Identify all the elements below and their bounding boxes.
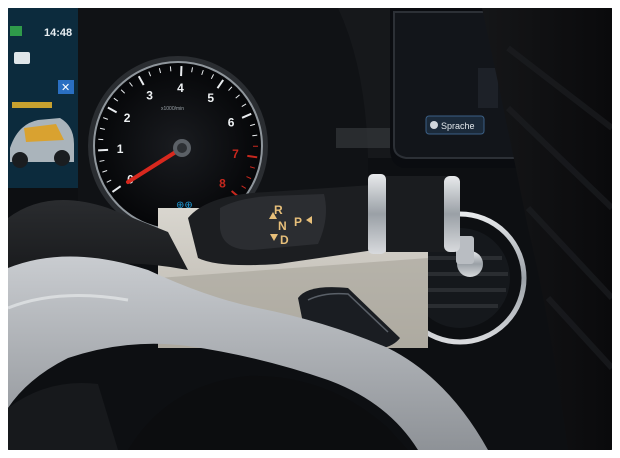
mic-icon <box>430 121 438 129</box>
svg-text:✕: ✕ <box>61 82 70 94</box>
tach-label: 1 <box>117 142 124 156</box>
tach-label: 8 <box>219 176 226 190</box>
gear-neutral: N <box>278 219 287 233</box>
tach-label: 6 <box>228 116 235 130</box>
tach-tick <box>98 148 109 152</box>
car-interior-photo: 14:48 ✕ 012345678 x1000/min ⊕⊕ <box>8 8 612 450</box>
battery-icon <box>10 26 22 36</box>
scene: 14:48 ✕ 012345678 x1000/min ⊕⊕ <box>8 8 612 450</box>
tach-unit-label: x1000/min <box>161 106 184 112</box>
voice-button-label: Sprache <box>441 121 475 131</box>
gear-drive: D <box>280 233 289 247</box>
tach-tick <box>247 154 258 159</box>
tach-label: 4 <box>177 81 184 95</box>
tach-label: 5 <box>207 91 214 105</box>
left-cluster-display: 14:48 ✕ <box>8 8 86 188</box>
gear-park: P <box>294 215 302 229</box>
clock-text: 14:48 <box>44 27 72 39</box>
tach-label: 2 <box>124 111 131 125</box>
tach-tick <box>252 134 258 137</box>
gear-reverse: R <box>274 203 283 217</box>
voice-button[interactable]: Sprache <box>425 115 485 135</box>
tach-label: 3 <box>146 88 153 102</box>
tach-label: 7 <box>232 147 239 161</box>
phone-icon <box>14 52 30 64</box>
